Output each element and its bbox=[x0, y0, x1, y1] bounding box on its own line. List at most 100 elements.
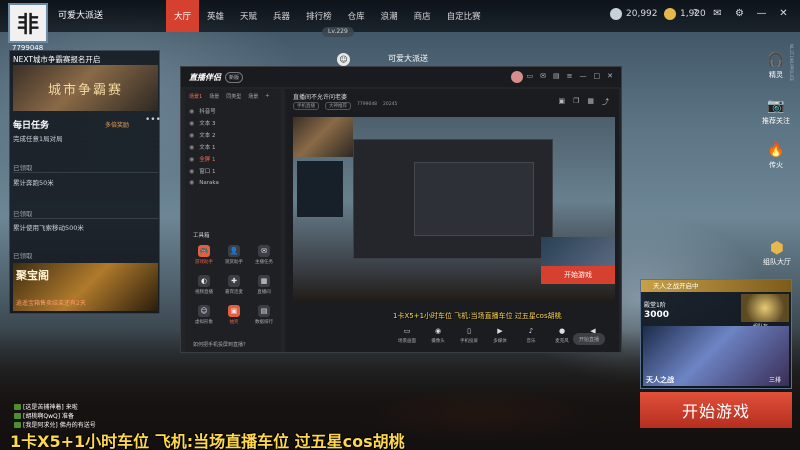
tool-camera[interactable]: ◉ 摄像头 bbox=[426, 327, 450, 344]
tool-phone-cast[interactable]: ▯ 手机投屏 bbox=[457, 327, 481, 344]
start-live-button[interactable]: 开始直播 bbox=[573, 333, 605, 345]
close-icon[interactable]: ✕ bbox=[777, 7, 790, 20]
mail-icon[interactable]: ✉ bbox=[711, 7, 724, 20]
settings-icon[interactable]: ⚙ bbox=[733, 7, 746, 20]
message-icon[interactable]: ✉ bbox=[540, 72, 546, 80]
team-hall-button[interactable]: ⬢ 组队大厅 bbox=[752, 238, 800, 267]
tab-custom-match[interactable]: 自定比赛 bbox=[439, 0, 489, 32]
gift-icon: ▣ bbox=[228, 305, 240, 317]
tool-label: 抽奖 bbox=[229, 320, 239, 325]
source-item[interactable]: ◉ 文本 1 bbox=[189, 143, 216, 152]
camera-icon: 📷 bbox=[767, 98, 785, 114]
video-icon: ◐ bbox=[198, 275, 210, 287]
stream-preview-canvas[interactable]: 开始游戏 bbox=[293, 117, 615, 302]
tool-music[interactable]: ♪ 音乐 bbox=[519, 327, 543, 344]
screen-cast-help-link[interactable]: 如何把手机投屏到直播？ bbox=[193, 341, 248, 348]
tab-scene-1[interactable]: 场景1 bbox=[189, 93, 202, 100]
tool-game-assistant[interactable]: 🎮 游戏助手 bbox=[189, 245, 219, 265]
eye-icon[interactable]: ◉ bbox=[189, 144, 194, 151]
team-hall-label: 组队大厅 bbox=[763, 258, 791, 266]
tool-label: 音乐 bbox=[526, 339, 536, 344]
source-item[interactable]: ◉ 全屏 1 bbox=[189, 155, 216, 164]
tab-scene-2[interactable]: 场景 bbox=[209, 93, 219, 100]
tab-scene-3[interactable]: 同类型 bbox=[226, 93, 241, 100]
window-controls: ? ✉ ⚙ — ✕ bbox=[689, 7, 790, 20]
tab-shop[interactable]: 商店 bbox=[406, 0, 439, 32]
user-avatar[interactable] bbox=[511, 71, 523, 83]
tool-live-room[interactable]: ▦ 直播间 bbox=[249, 275, 279, 295]
tab-weapons[interactable]: 兵器 bbox=[265, 0, 298, 32]
source-item[interactable]: ◉ 窗口 1 bbox=[189, 167, 216, 176]
stream-title[interactable]: 直播间不允许问老婆 bbox=[293, 92, 347, 101]
close-icon[interactable]: ✕ bbox=[607, 72, 613, 80]
lock-icon[interactable]: ▣ bbox=[558, 97, 565, 107]
source-item[interactable]: ◉ Naraka bbox=[189, 179, 219, 186]
tool-label: 嘉宾连麦 bbox=[225, 290, 243, 295]
event-banner[interactable]: 城市争霸赛 bbox=[13, 65, 158, 111]
eye-icon[interactable]: ◉ bbox=[189, 179, 194, 186]
tool-viewer-assistant[interactable]: 👤 观赏助手 bbox=[219, 245, 249, 265]
more-options-icon[interactable]: ••• bbox=[145, 115, 161, 125]
tab-heroes[interactable]: 英雄 bbox=[199, 0, 232, 32]
tool-guest-mic[interactable]: ✚ 嘉宾连麦 bbox=[219, 275, 249, 295]
minimize-icon[interactable]: — bbox=[580, 72, 587, 80]
tool-video-live[interactable]: ◐ 视频直播 bbox=[189, 275, 219, 295]
rank-value: 3000 bbox=[644, 310, 670, 320]
tasks-bonus-link[interactable]: 多倍奖励 bbox=[105, 120, 129, 129]
player-avatar[interactable]: 非 bbox=[8, 3, 48, 43]
chat-badge-icon bbox=[14, 403, 21, 410]
help-icon[interactable]: ? bbox=[689, 7, 702, 20]
start-game-button[interactable]: 开始游戏 bbox=[640, 392, 792, 428]
tab-waves[interactable]: 浪潮 bbox=[373, 0, 406, 32]
shortcut-torch[interactable]: 🔥 传火 bbox=[746, 142, 800, 170]
copy-icon[interactable]: ❐ bbox=[573, 97, 579, 107]
stream-category[interactable]: 手机直播 bbox=[293, 102, 319, 110]
tool-scene-capture[interactable]: ▭ 场景画面 bbox=[395, 327, 419, 344]
tab-talents[interactable]: 天赋 bbox=[232, 0, 265, 32]
task-status: 已领取 bbox=[13, 164, 33, 172]
tool-media[interactable]: ▶ 多媒体 bbox=[488, 327, 512, 344]
eye-icon[interactable]: ◉ bbox=[189, 120, 194, 127]
menu-icon[interactable]: ≡ bbox=[567, 72, 573, 80]
task-status: 已领取 bbox=[13, 210, 33, 218]
source-item[interactable]: ◉ 文本 2 bbox=[189, 131, 216, 140]
version-badge[interactable]: 新版 bbox=[225, 71, 244, 83]
add-scene-icon[interactable]: + bbox=[265, 93, 269, 100]
source-item[interactable]: ◉ 文本 3 bbox=[189, 119, 216, 128]
tool-microphone[interactable]: ● 麦克风 bbox=[550, 327, 574, 344]
source-item[interactable]: ◉ 抖音号 bbox=[189, 107, 216, 116]
eye-icon[interactable]: ◉ bbox=[189, 156, 194, 163]
tool-streamer-tasks[interactable]: ✉ 主播任务 bbox=[249, 245, 279, 265]
layout-icon[interactable]: ▦ bbox=[587, 97, 594, 107]
treasure-pavilion-card[interactable]: 聚宝阁 逍遥宝箱售卖结束还有2天 bbox=[13, 263, 158, 311]
task-name: 累计使用飞索移动500米 bbox=[13, 224, 84, 232]
stream-tag[interactable]: 大神推荐 bbox=[325, 102, 351, 110]
divider bbox=[13, 172, 158, 173]
chat-badge-icon bbox=[14, 412, 21, 419]
tool-lottery[interactable]: ▣ 抽奖 bbox=[219, 305, 249, 325]
tab-lobby[interactable]: 大厅 bbox=[166, 0, 200, 32]
shortcut-recommend[interactable]: 📷 推荐关注 bbox=[746, 98, 800, 126]
music-icon: ♪ bbox=[528, 327, 534, 335]
tool-label: 数据排行 bbox=[255, 320, 273, 325]
clipboard-icon[interactable]: ▤ bbox=[553, 72, 560, 80]
game-mode-card[interactable]: 天人之战开启中 殿堂1阶 3000 组队友 天人之战 三排 bbox=[640, 279, 792, 389]
screen-icon[interactable]: ▭ bbox=[527, 72, 534, 80]
tool-virtual-avatar[interactable]: ☺ 虚拟形象 bbox=[189, 305, 219, 325]
minimize-icon[interactable]: — bbox=[755, 7, 768, 20]
silver-amount: 20,992 bbox=[626, 9, 658, 19]
nested-left-panel bbox=[297, 161, 343, 217]
silver-currency[interactable]: 20,992 bbox=[610, 8, 658, 20]
maximize-icon[interactable]: □ bbox=[594, 72, 601, 80]
share-icon[interactable]: ⤴ bbox=[602, 97, 609, 107]
stream-overlay-caption: 1卡X5+1小时车位 飞机:当场直播车位 过五星cos胡桃 bbox=[10, 432, 405, 450]
player-name: 可爱大派送 bbox=[58, 11, 104, 21]
eye-icon[interactable]: ◉ bbox=[189, 168, 194, 175]
event-title[interactable]: NEXT城市争霸赛报名开启 bbox=[13, 54, 100, 65]
eye-icon[interactable]: ◉ bbox=[189, 108, 194, 115]
eye-icon[interactable]: ◉ bbox=[189, 132, 194, 139]
tab-scene-4[interactable]: 场景 bbox=[248, 93, 258, 100]
team-size-label[interactable]: 三排 bbox=[769, 375, 781, 384]
chat-bubble-icon[interactable]: ☺ bbox=[337, 53, 350, 66]
tool-data-ranking[interactable]: ▤ 数据排行 bbox=[249, 305, 279, 325]
